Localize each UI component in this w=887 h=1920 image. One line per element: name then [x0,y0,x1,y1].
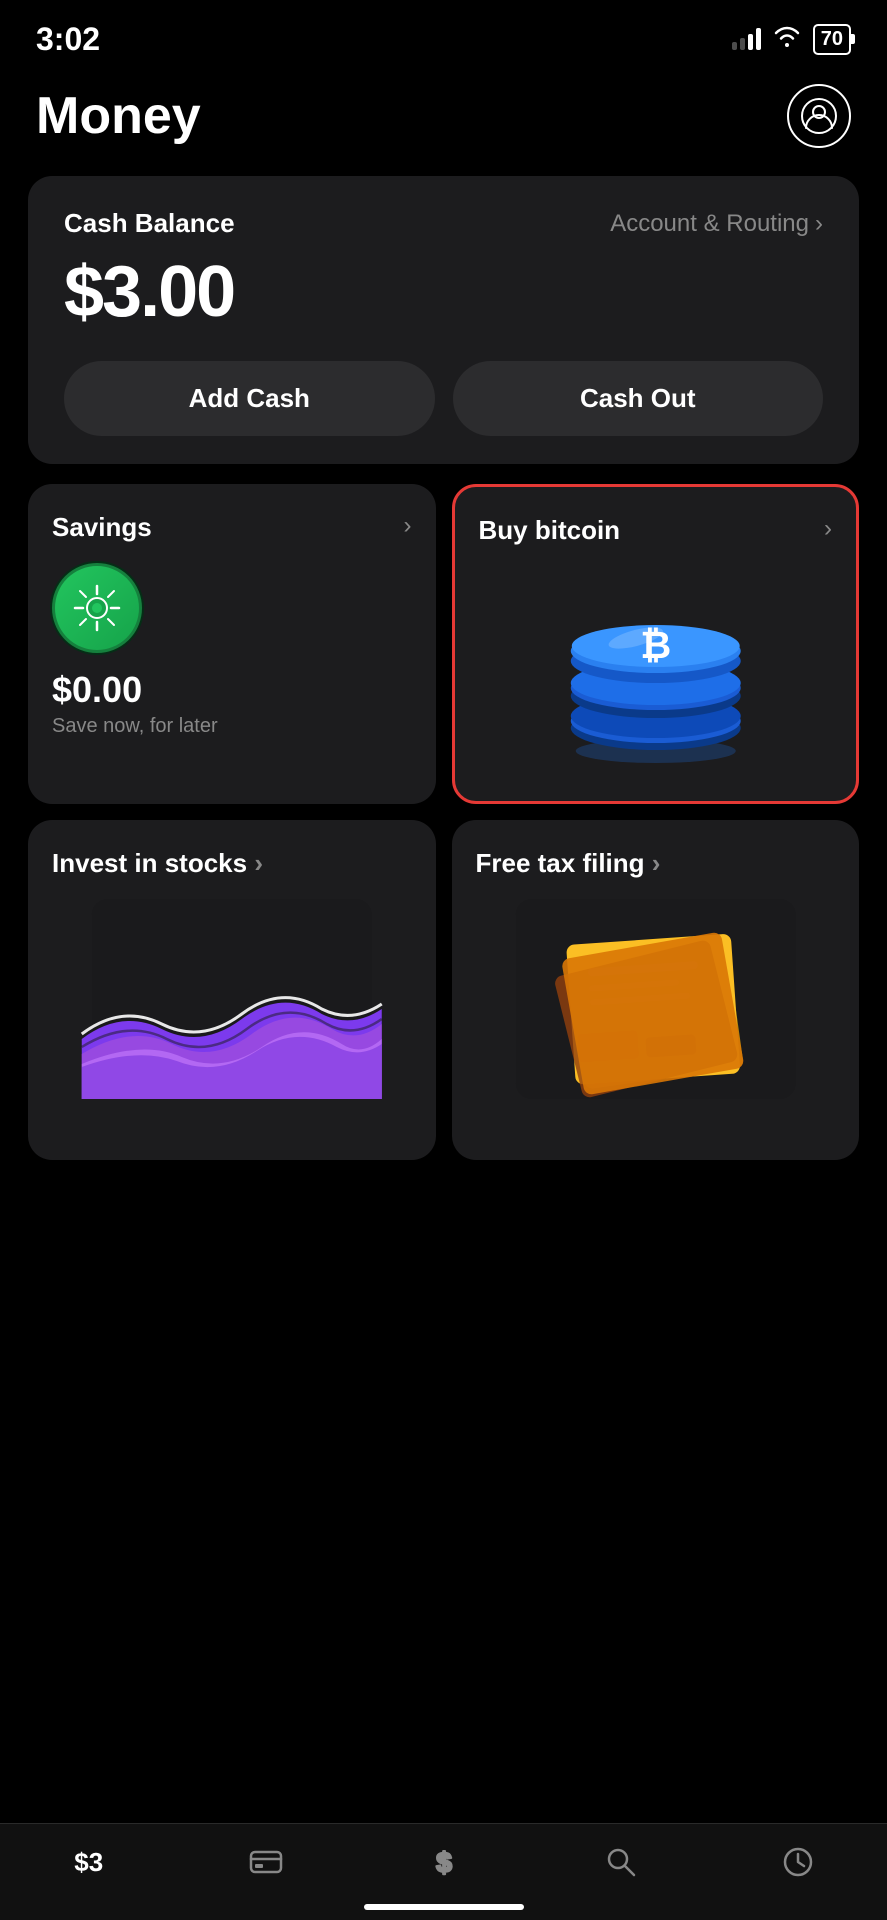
feature-grid-row2: Invest in stocks › [28,820,859,1160]
chevron-right-icon: › [815,210,823,238]
tax-card[interactable]: Free tax filing › [452,820,860,1160]
tax-illustration [476,899,836,1099]
savings-title: Savings [52,512,152,543]
tax-chevron-inline: › [652,848,661,878]
nav-dollar[interactable]: $ [355,1842,532,1882]
cash-amount: $3.00 [64,251,823,333]
stocks-chevron-inline: › [254,848,263,878]
home-indicator [364,1904,524,1910]
nav-card[interactable] [177,1842,354,1882]
card-icon [246,1842,286,1882]
savings-amount: $0.00 [52,669,412,711]
stocks-title: Invest in stocks › [52,848,263,879]
tax-title: Free tax filing › [476,848,661,879]
cash-balance-header: Cash Balance Account & Routing › [64,208,823,239]
savings-subtitle: Save now, for later [52,715,412,738]
nav-balance-amount: $3 [74,1847,103,1878]
status-icons: 70 [732,24,851,55]
bitcoin-illustration: ₿ [479,566,833,766]
nav-search[interactable] [532,1842,709,1882]
feature-grid-row1: Savings › $0.00 [28,484,859,804]
savings-chevron-icon: › [404,512,412,540]
header: Money [0,60,887,164]
account-routing-link[interactable]: Account & Routing › [610,210,823,238]
stocks-card[interactable]: Invest in stocks › [28,820,436,1160]
savings-icon [52,563,142,653]
add-cash-button[interactable]: Add Cash [64,361,435,436]
cash-balance-card: Cash Balance Account & Routing › $3.00 A… [28,176,859,464]
bitcoin-title: Buy bitcoin [479,515,621,546]
history-icon [778,1842,818,1882]
stocks-illustration [52,899,412,1099]
status-bar: 3:02 70 [0,0,887,60]
cash-actions: Add Cash Cash Out [64,361,823,436]
cash-out-button[interactable]: Cash Out [453,361,824,436]
search-icon [601,1842,641,1882]
cash-balance-label: Cash Balance [64,208,235,239]
nav-history[interactable] [710,1842,887,1882]
page-title: Money [36,86,201,146]
savings-card[interactable]: Savings › $0.00 [28,484,436,804]
battery-icon: 70 [813,24,851,55]
svg-text:$: $ [436,1847,452,1878]
dollar-icon: $ [424,1842,464,1882]
profile-button[interactable] [787,84,851,148]
signal-icon [732,28,761,50]
bitcoin-chevron-icon: › [824,515,832,543]
wifi-icon [773,25,801,53]
status-time: 3:02 [36,21,100,58]
main-content: Cash Balance Account & Routing › $3.00 A… [0,164,887,1188]
nav-balance[interactable]: $3 [0,1847,177,1878]
buy-bitcoin-card[interactable]: Buy bitcoin › [452,484,860,804]
